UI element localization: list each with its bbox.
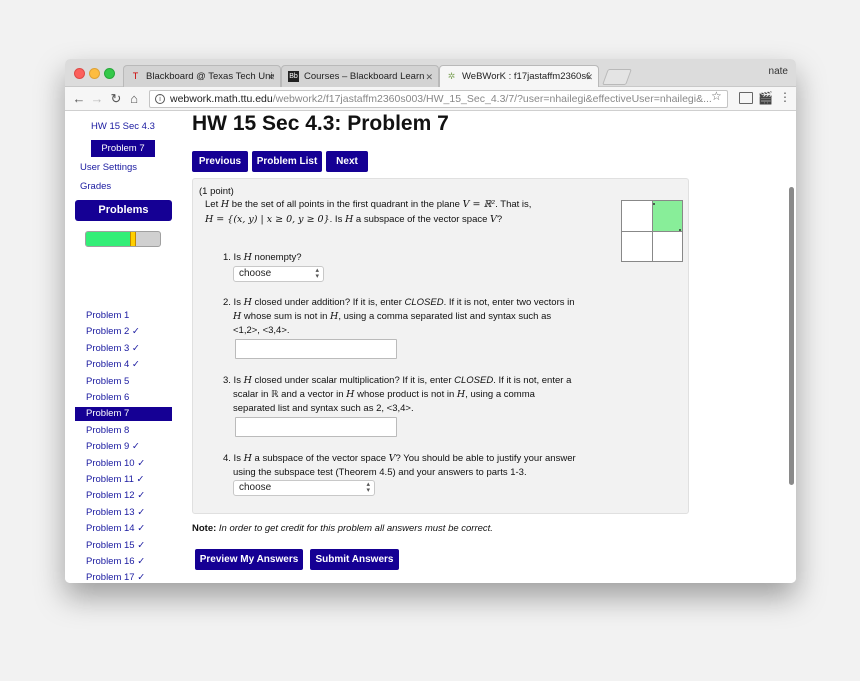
home-icon[interactable]: ⌂ <box>126 90 142 108</box>
profile-name[interactable]: nate <box>769 66 788 77</box>
browser-toolbar: ← → ↻ ⌂ i webwork.math.ttu.edu/webwork2/… <box>65 87 796 111</box>
tab-blackboard-courses[interactable]: Bb Courses – Blackboard Learn ✕ <box>281 65 439 87</box>
select-arrows-icon: ▴ ▾ <box>315 267 319 280</box>
problem-list-item[interactable]: Problem 5 <box>75 375 172 389</box>
question-3-line-1: 3. Is H closed under scalar multiplicati… <box>223 375 572 386</box>
address-bar[interactable]: i webwork.math.ttu.edu/webwork2/f17jasta… <box>149 90 728 108</box>
cast-icon[interactable] <box>739 92 753 104</box>
webwork-icon: ✲ <box>447 71 456 81</box>
sidebar-user-settings[interactable]: User Settings <box>80 162 137 173</box>
problem-list-item[interactable]: Problem 4 ✓ <box>75 358 172 372</box>
reload-icon[interactable]: ↻ <box>108 90 124 108</box>
problem-list-item[interactable]: Problem 14 ✓ <box>75 522 172 536</box>
problem-intro-line-2: H = {(x, y) | x ≥ 0, y ≥ 0}. Is H a subs… <box>205 214 503 225</box>
question-2-line-1: 2. Is H closed under addition? If it is,… <box>223 297 575 308</box>
close-window-button[interactable] <box>74 68 85 79</box>
page-title: HW 15 Sec 4.3: Problem 7 <box>192 112 449 135</box>
select-arrows-icon: ▴ ▾ <box>366 481 370 494</box>
sidebar-set-link[interactable]: HW 15 Sec 4.3 <box>91 121 155 132</box>
question-4-line-1: 4. Is H a subspace of the vector space V… <box>223 453 576 464</box>
minimize-window-button[interactable] <box>89 68 100 79</box>
more-menu-icon[interactable]: ⋮ <box>779 90 791 104</box>
question-3-line-2: scalar in ℝ and a vector in H whose prod… <box>233 389 535 400</box>
main-content: HW 15 Sec 4.3: Problem 7 Previous Proble… <box>192 112 782 583</box>
progress-bar-partial <box>130 232 137 246</box>
q3-answer-input[interactable] <box>235 417 397 437</box>
question-4-line-2: using the subspace test (Theorem 4.5) an… <box>233 467 527 478</box>
sidebar-grades[interactable]: Grades <box>80 181 111 192</box>
problem-list-item[interactable]: Problem 15 ✓ <box>75 539 172 553</box>
problem-list-item[interactable]: Problem 16 ✓ <box>75 555 172 569</box>
progress-bar-fill <box>86 232 131 246</box>
problem-list-item[interactable]: Problem 10 ✓ <box>75 457 172 471</box>
back-arrow-icon[interactable]: ← <box>71 90 87 108</box>
q1-answer-select[interactable]: choose ▴ ▾ <box>233 266 324 282</box>
problem-points: (1 point) <box>199 186 234 197</box>
problem-list-item[interactable]: Problem 1 <box>75 309 172 323</box>
forward-arrow-icon[interactable]: → <box>89 90 105 108</box>
problem-list-item[interactable]: Problem 11 ✓ <box>75 473 172 487</box>
problem-list-item[interactable]: Problem 7 <box>75 407 172 422</box>
sidebar-current-problem[interactable]: Problem 7 <box>91 140 155 157</box>
page-content: HW 15 Sec 4.3 Problem 7 User Settings Gr… <box>65 112 796 583</box>
texas-tech-icon: T <box>132 71 139 81</box>
problem-list-button[interactable]: Problem List <box>252 151 322 172</box>
first-quadrant-graph <box>621 200 683 262</box>
question-2-line-2: H whose sum is not in H, using a comma s… <box>233 311 552 322</box>
next-button[interactable]: Next <box>326 151 368 172</box>
first-quadrant-region <box>652 201 682 231</box>
problem-list-item[interactable]: Problem 6 <box>75 391 172 405</box>
q4-answer-select[interactable]: choose ▴ ▾ <box>233 480 375 496</box>
blackboard-icon: Bb <box>288 71 299 82</box>
sidebar: HW 15 Sec 4.3 Problem 7 User Settings Gr… <box>65 112 177 583</box>
problem-list-item[interactable]: Problem 17 ✓ <box>75 571 172 583</box>
maximize-window-button[interactable] <box>104 68 115 79</box>
extension-icon[interactable]: 🎬 <box>758 91 773 105</box>
problem-list-item[interactable]: Problem 8 <box>75 424 172 438</box>
problem-list-item[interactable]: Problem 13 ✓ <box>75 506 172 520</box>
previous-button[interactable]: Previous <box>192 151 248 172</box>
close-tab-icon[interactable]: ✕ <box>585 66 593 87</box>
page-scrollbar[interactable] <box>789 187 794 485</box>
browser-window: T Blackboard @ Texas Tech Univ ✕ Bb Cour… <box>65 59 796 583</box>
problems-button[interactable]: Problems <box>75 200 172 221</box>
new-tab-button[interactable] <box>602 69 632 85</box>
q2-answer-input[interactable] <box>235 339 397 359</box>
question-3-line-3: separated list and syntax such as 2, <3,… <box>233 403 414 414</box>
problem-body: (1 point) Let H be the set of all points… <box>192 178 689 514</box>
close-tab-icon[interactable]: ✕ <box>267 66 275 87</box>
submit-answers-button[interactable]: Submit Answers <box>310 549 399 570</box>
tab-strip: T Blackboard @ Texas Tech Univ ✕ Bb Cour… <box>65 59 796 87</box>
problem-list-item[interactable]: Problem 2 ✓ <box>75 325 172 339</box>
question-1: 1. Is H nonempty? <box>223 252 302 263</box>
problem-intro-line-1: Let H be the set of all points in the fi… <box>205 199 532 210</box>
problem-list-item[interactable]: Problem 3 ✓ <box>75 342 172 356</box>
info-icon[interactable]: i <box>155 94 165 104</box>
problem-list-item[interactable]: Problem 12 ✓ <box>75 489 172 503</box>
credit-note: Note: In order to get credit for this pr… <box>192 523 493 534</box>
tab-webwork[interactable]: ✲ WeBWorK : f17jastaffm2360s0 ✕ <box>439 65 599 87</box>
progress-bar <box>85 231 161 247</box>
question-2-line-3: <1,2>, <3,4>. <box>233 325 290 336</box>
close-tab-icon[interactable]: ✕ <box>425 66 433 87</box>
bookmark-star-icon[interactable]: ☆ <box>711 89 722 103</box>
problem-list-item[interactable]: Problem 9 ✓ <box>75 440 172 454</box>
tab-blackboard-ttu[interactable]: T Blackboard @ Texas Tech Univ ✕ <box>123 65 281 87</box>
preview-answers-button[interactable]: Preview My Answers <box>195 549 303 570</box>
